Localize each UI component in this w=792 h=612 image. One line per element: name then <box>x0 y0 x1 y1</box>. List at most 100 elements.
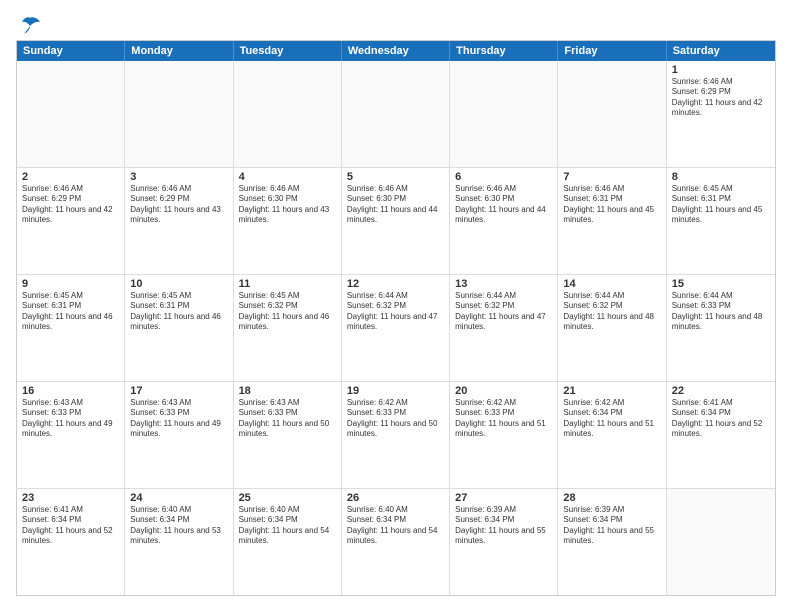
day-cell-26: 26Sunrise: 6:40 AM Sunset: 6:34 PM Dayli… <box>342 489 450 595</box>
header-cell-friday: Friday <box>558 41 666 61</box>
day-cell-5: 5Sunrise: 6:46 AM Sunset: 6:30 PM Daylig… <box>342 168 450 274</box>
day-cell-6: 6Sunrise: 6:46 AM Sunset: 6:30 PM Daylig… <box>450 168 558 274</box>
day-number: 7 <box>563 171 660 183</box>
day-number: 21 <box>563 385 660 397</box>
day-number: 12 <box>347 278 444 290</box>
day-info: Sunrise: 6:46 AM Sunset: 6:30 PM Dayligh… <box>347 184 444 226</box>
day-number: 11 <box>239 278 336 290</box>
header-cell-tuesday: Tuesday <box>234 41 342 61</box>
day-cell-empty-0-0 <box>17 61 125 167</box>
day-info: Sunrise: 6:41 AM Sunset: 6:34 PM Dayligh… <box>22 505 119 547</box>
day-number: 24 <box>130 492 227 504</box>
day-cell-15: 15Sunrise: 6:44 AM Sunset: 6:33 PM Dayli… <box>667 275 775 381</box>
day-info: Sunrise: 6:45 AM Sunset: 6:31 PM Dayligh… <box>672 184 770 226</box>
day-info: Sunrise: 6:43 AM Sunset: 6:33 PM Dayligh… <box>22 398 119 440</box>
day-number: 17 <box>130 385 227 397</box>
day-number: 5 <box>347 171 444 183</box>
day-cell-22: 22Sunrise: 6:41 AM Sunset: 6:34 PM Dayli… <box>667 382 775 488</box>
day-number: 10 <box>130 278 227 290</box>
logo <box>16 16 42 32</box>
day-number: 2 <box>22 171 119 183</box>
day-number: 15 <box>672 278 770 290</box>
calendar-body: 1Sunrise: 6:46 AM Sunset: 6:29 PM Daylig… <box>17 61 775 595</box>
day-number: 26 <box>347 492 444 504</box>
day-cell-11: 11Sunrise: 6:45 AM Sunset: 6:32 PM Dayli… <box>234 275 342 381</box>
day-cell-9: 9Sunrise: 6:45 AM Sunset: 6:31 PM Daylig… <box>17 275 125 381</box>
day-info: Sunrise: 6:44 AM Sunset: 6:32 PM Dayligh… <box>563 291 660 333</box>
day-number: 16 <box>22 385 119 397</box>
day-info: Sunrise: 6:44 AM Sunset: 6:32 PM Dayligh… <box>455 291 552 333</box>
day-number: 3 <box>130 171 227 183</box>
day-cell-14: 14Sunrise: 6:44 AM Sunset: 6:32 PM Dayli… <box>558 275 666 381</box>
header-cell-saturday: Saturday <box>667 41 775 61</box>
header-cell-wednesday: Wednesday <box>342 41 450 61</box>
day-cell-10: 10Sunrise: 6:45 AM Sunset: 6:31 PM Dayli… <box>125 275 233 381</box>
day-info: Sunrise: 6:44 AM Sunset: 6:32 PM Dayligh… <box>347 291 444 333</box>
day-number: 27 <box>455 492 552 504</box>
day-number: 18 <box>239 385 336 397</box>
day-info: Sunrise: 6:45 AM Sunset: 6:32 PM Dayligh… <box>239 291 336 333</box>
day-cell-16: 16Sunrise: 6:43 AM Sunset: 6:33 PM Dayli… <box>17 382 125 488</box>
calendar-header-row: SundayMondayTuesdayWednesdayThursdayFrid… <box>17 41 775 61</box>
day-cell-23: 23Sunrise: 6:41 AM Sunset: 6:34 PM Dayli… <box>17 489 125 595</box>
header-cell-thursday: Thursday <box>450 41 558 61</box>
day-cell-13: 13Sunrise: 6:44 AM Sunset: 6:32 PM Dayli… <box>450 275 558 381</box>
day-info: Sunrise: 6:46 AM Sunset: 6:30 PM Dayligh… <box>455 184 552 226</box>
day-info: Sunrise: 6:40 AM Sunset: 6:34 PM Dayligh… <box>239 505 336 547</box>
day-info: Sunrise: 6:45 AM Sunset: 6:31 PM Dayligh… <box>22 291 119 333</box>
day-cell-21: 21Sunrise: 6:42 AM Sunset: 6:34 PM Dayli… <box>558 382 666 488</box>
day-info: Sunrise: 6:42 AM Sunset: 6:34 PM Dayligh… <box>563 398 660 440</box>
day-cell-1: 1Sunrise: 6:46 AM Sunset: 6:29 PM Daylig… <box>667 61 775 167</box>
day-info: Sunrise: 6:46 AM Sunset: 6:29 PM Dayligh… <box>22 184 119 226</box>
day-number: 22 <box>672 385 770 397</box>
day-info: Sunrise: 6:46 AM Sunset: 6:29 PM Dayligh… <box>130 184 227 226</box>
day-info: Sunrise: 6:42 AM Sunset: 6:33 PM Dayligh… <box>455 398 552 440</box>
day-number: 28 <box>563 492 660 504</box>
day-cell-empty-4-6 <box>667 489 775 595</box>
logo-bird-icon <box>18 16 42 36</box>
day-info: Sunrise: 6:43 AM Sunset: 6:33 PM Dayligh… <box>130 398 227 440</box>
day-info: Sunrise: 6:41 AM Sunset: 6:34 PM Dayligh… <box>672 398 770 440</box>
day-cell-empty-0-1 <box>125 61 233 167</box>
day-number: 1 <box>672 64 770 76</box>
day-info: Sunrise: 6:46 AM Sunset: 6:29 PM Dayligh… <box>672 77 770 119</box>
calendar-week-3: 9Sunrise: 6:45 AM Sunset: 6:31 PM Daylig… <box>17 275 775 382</box>
day-cell-12: 12Sunrise: 6:44 AM Sunset: 6:32 PM Dayli… <box>342 275 450 381</box>
day-info: Sunrise: 6:40 AM Sunset: 6:34 PM Dayligh… <box>347 505 444 547</box>
day-number: 19 <box>347 385 444 397</box>
calendar: SundayMondayTuesdayWednesdayThursdayFrid… <box>16 40 776 596</box>
day-info: Sunrise: 6:42 AM Sunset: 6:33 PM Dayligh… <box>347 398 444 440</box>
page: SundayMondayTuesdayWednesdayThursdayFrid… <box>0 0 792 612</box>
day-info: Sunrise: 6:40 AM Sunset: 6:34 PM Dayligh… <box>130 505 227 547</box>
day-info: Sunrise: 6:39 AM Sunset: 6:34 PM Dayligh… <box>563 505 660 547</box>
calendar-week-4: 16Sunrise: 6:43 AM Sunset: 6:33 PM Dayli… <box>17 382 775 489</box>
day-info: Sunrise: 6:46 AM Sunset: 6:30 PM Dayligh… <box>239 184 336 226</box>
day-cell-25: 25Sunrise: 6:40 AM Sunset: 6:34 PM Dayli… <box>234 489 342 595</box>
day-number: 9 <box>22 278 119 290</box>
day-cell-19: 19Sunrise: 6:42 AM Sunset: 6:33 PM Dayli… <box>342 382 450 488</box>
day-cell-empty-0-2 <box>234 61 342 167</box>
day-cell-4: 4Sunrise: 6:46 AM Sunset: 6:30 PM Daylig… <box>234 168 342 274</box>
header-cell-monday: Monday <box>125 41 233 61</box>
day-cell-20: 20Sunrise: 6:42 AM Sunset: 6:33 PM Dayli… <box>450 382 558 488</box>
day-cell-18: 18Sunrise: 6:43 AM Sunset: 6:33 PM Dayli… <box>234 382 342 488</box>
day-number: 13 <box>455 278 552 290</box>
day-info: Sunrise: 6:46 AM Sunset: 6:31 PM Dayligh… <box>563 184 660 226</box>
day-info: Sunrise: 6:45 AM Sunset: 6:31 PM Dayligh… <box>130 291 227 333</box>
day-cell-empty-0-5 <box>558 61 666 167</box>
calendar-week-2: 2Sunrise: 6:46 AM Sunset: 6:29 PM Daylig… <box>17 168 775 275</box>
day-cell-7: 7Sunrise: 6:46 AM Sunset: 6:31 PM Daylig… <box>558 168 666 274</box>
day-number: 6 <box>455 171 552 183</box>
day-cell-2: 2Sunrise: 6:46 AM Sunset: 6:29 PM Daylig… <box>17 168 125 274</box>
day-cell-27: 27Sunrise: 6:39 AM Sunset: 6:34 PM Dayli… <box>450 489 558 595</box>
day-number: 20 <box>455 385 552 397</box>
day-cell-8: 8Sunrise: 6:45 AM Sunset: 6:31 PM Daylig… <box>667 168 775 274</box>
day-info: Sunrise: 6:39 AM Sunset: 6:34 PM Dayligh… <box>455 505 552 547</box>
day-number: 8 <box>672 171 770 183</box>
header-cell-sunday: Sunday <box>17 41 125 61</box>
day-number: 25 <box>239 492 336 504</box>
day-info: Sunrise: 6:44 AM Sunset: 6:33 PM Dayligh… <box>672 291 770 333</box>
day-cell-28: 28Sunrise: 6:39 AM Sunset: 6:34 PM Dayli… <box>558 489 666 595</box>
day-cell-empty-0-4 <box>450 61 558 167</box>
day-cell-24: 24Sunrise: 6:40 AM Sunset: 6:34 PM Dayli… <box>125 489 233 595</box>
